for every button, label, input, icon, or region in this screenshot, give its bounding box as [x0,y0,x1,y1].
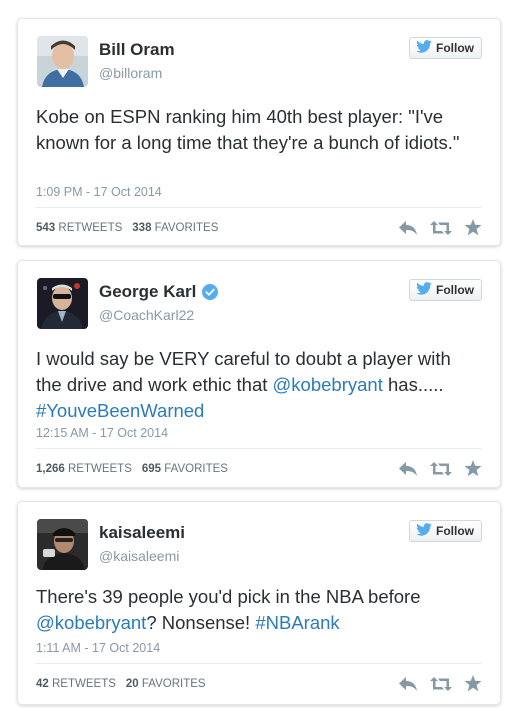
tweet-stats: 1,266 RETWEETS 695 FAVORITES [36,463,228,475]
tweet-card-billoram: Bill Oram @billoram Follow Kobe on ESPN … [17,18,501,246]
tweet-card-kaisaleemi: kaisaleemi @kaisaleemi Follow There's 39… [17,501,501,705]
tweet-stats: 543 RETWEETS 338 FAVORITES [36,222,218,234]
reply-icon[interactable] [398,461,418,477]
tweet-body: Kobe on ESPN ranking him 40th best playe… [36,106,460,153]
verified-badge-icon [202,284,219,300]
mention-link[interactable]: @kobebryant [36,612,146,633]
divider [36,207,482,208]
user-handle[interactable]: @CoachKarl22 [99,307,194,323]
retweet-icon[interactable] [430,220,452,236]
follow-label: Follow [436,283,474,297]
follow-button[interactable]: Follow [409,279,482,301]
follow-button[interactable]: Follow [409,37,482,59]
tweet-body-middle: ? Nonsense! [146,612,256,633]
tweet-actions [398,675,482,692]
avatar[interactable] [37,36,88,87]
reply-icon[interactable] [398,220,418,236]
retweet-count[interactable]: 42 RETWEETS [36,678,116,690]
reply-icon[interactable] [398,676,418,692]
avatar[interactable] [37,278,88,329]
tweet-body-end: has..... [382,374,444,395]
tweet-actions [398,219,482,236]
retweet-icon[interactable] [430,461,452,477]
tweet-stats: 42 RETWEETS 20 FAVORITES [36,678,206,690]
display-name[interactable]: Bill Oram [99,40,175,60]
follow-label: Follow [436,41,474,55]
user-handle[interactable]: @billoram [99,65,162,81]
divider [36,663,482,664]
tweet-text: Kobe on ESPN ranking him 40th best playe… [36,104,481,156]
star-icon[interactable] [464,675,482,692]
tweet-timestamp[interactable]: 1:11 AM - 17 Oct 2014 [36,641,160,655]
tweet-text: There's 39 people you'd pick in the NBA … [36,584,481,636]
twitter-bird-icon [416,282,432,298]
favorite-count[interactable]: 695 FAVORITES [142,463,228,475]
tweet-card-coachkarl22: George Karl @CoachKarl22 Follow I would … [17,260,501,488]
star-icon[interactable] [464,460,482,477]
retweet-count[interactable]: 543 RETWEETS [36,222,122,234]
mention-link[interactable]: @kobebryant [273,374,383,395]
display-name[interactable]: kaisaleemi [99,523,185,543]
follow-label: Follow [436,524,474,538]
tweet-timestamp[interactable]: 12:15 AM - 17 Oct 2014 [36,426,168,440]
tweet-text: I would say be VERY careful to doubt a p… [36,346,481,424]
hashtag-link[interactable]: #NBArank [255,612,339,633]
retweet-count[interactable]: 1,266 RETWEETS [36,463,132,475]
user-handle[interactable]: @kaisaleemi [99,548,179,564]
tweet-timestamp[interactable]: 1:09 PM - 17 Oct 2014 [36,185,162,199]
divider [36,448,482,449]
twitter-bird-icon [416,523,432,539]
favorite-count[interactable]: 20 FAVORITES [126,678,206,690]
display-name[interactable]: George Karl [99,282,219,302]
favorite-count[interactable]: 338 FAVORITES [132,222,218,234]
retweet-icon[interactable] [430,676,452,692]
follow-button[interactable]: Follow [409,520,482,542]
hashtag-link[interactable]: #YouveBeenWarned [36,400,204,421]
star-icon[interactable] [464,219,482,236]
avatar[interactable] [37,519,88,570]
twitter-bird-icon [416,40,432,56]
tweet-body: There's 39 people you'd pick in the NBA … [36,586,421,607]
tweet-actions [398,460,482,477]
